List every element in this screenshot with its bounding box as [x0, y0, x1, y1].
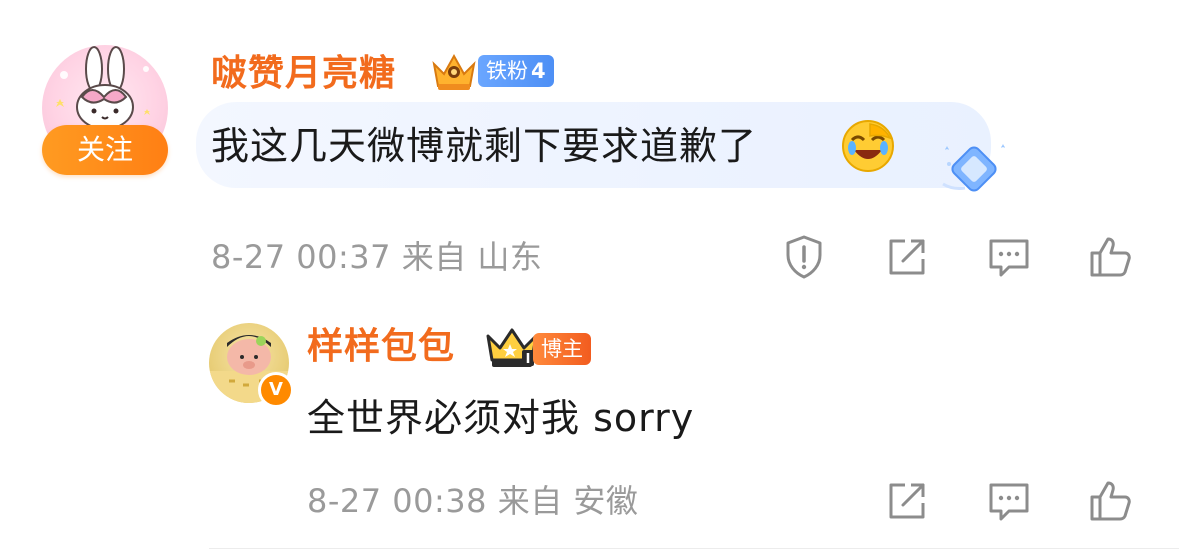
- comment-text: 我这几天微博就剩下要求道歉了: [211, 124, 758, 168]
- blogger-badge: 博主: [533, 333, 591, 365]
- username[interactable]: 样样包包: [307, 323, 455, 371]
- timestamp: 8-27 00:38: [307, 482, 488, 520]
- from-label: 来自: [401, 238, 467, 276]
- timestamp: 8-27 00:37: [211, 238, 392, 276]
- comment-icon: [989, 239, 1029, 277]
- comment-meta: 8-27 00:37 来自 山东: [211, 236, 542, 278]
- diamond-decoration-icon: [935, 140, 1015, 196]
- verified-badge: V: [258, 372, 294, 408]
- share-icon: [889, 483, 925, 519]
- comment-button[interactable]: [985, 233, 1033, 281]
- location: 安徽: [573, 482, 639, 520]
- comment-icon: [989, 483, 1029, 521]
- like-icon: [1090, 237, 1131, 277]
- share-button[interactable]: [883, 233, 931, 281]
- divider: [209, 548, 1179, 549]
- fan-level-badge: 铁粉 4: [478, 55, 554, 87]
- report-button[interactable]: [780, 233, 828, 281]
- comment-meta: 8-27 00:38 来自 安徽: [307, 480, 638, 522]
- share-button[interactable]: [883, 477, 931, 525]
- username[interactable]: 啵赞月亮糖: [211, 50, 396, 98]
- crown-icon: [484, 326, 540, 368]
- crown-icon: [428, 50, 480, 92]
- comment-button[interactable]: [985, 477, 1033, 525]
- fan-badge-level: 4: [531, 59, 546, 83]
- follow-button[interactable]: 关注: [42, 125, 168, 175]
- report-icon: [786, 235, 822, 279]
- location: 山东: [477, 238, 543, 276]
- like-icon: [1090, 481, 1131, 521]
- laughing-emoji-icon: [840, 118, 896, 174]
- comment-text: 全世界必须对我 sorry: [307, 396, 695, 440]
- like-button[interactable]: [1086, 233, 1134, 281]
- fan-badge-label: 铁粉: [486, 59, 528, 83]
- share-icon: [889, 239, 925, 275]
- from-label: 来自: [497, 482, 563, 520]
- like-button[interactable]: [1086, 477, 1134, 525]
